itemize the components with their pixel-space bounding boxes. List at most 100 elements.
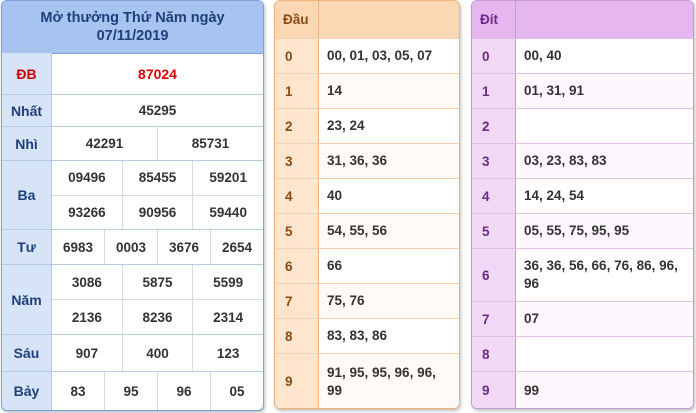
results-header: Mở thưởng Thứ Năm ngày 07/11/2019 xyxy=(2,1,263,54)
prize-number: 09496 xyxy=(68,170,106,186)
dau-row-5: 5 54, 55, 56 xyxy=(275,213,459,248)
prize-number: 907 xyxy=(75,345,99,361)
prize-number: 5875 xyxy=(121,265,193,299)
dit-numbers: 99 xyxy=(516,372,693,408)
dau-numbers: 83, 83, 86 xyxy=(319,319,459,353)
dit-numbers: 36, 36, 56, 66, 76, 86, 96, 96 xyxy=(516,249,693,301)
dau-header-label: Đầu xyxy=(275,1,319,38)
dau-digit: 8 xyxy=(275,319,319,353)
dit-header: Đít xyxy=(472,1,693,39)
prize-number: 0003 xyxy=(104,230,157,264)
dit-digit: 8 xyxy=(472,337,516,371)
results-title: Mở thưởng Thứ Năm ngày xyxy=(40,10,225,26)
dit-header-label: Đít xyxy=(472,1,516,38)
dau-digit: 9 xyxy=(275,354,319,408)
dit-digit: 6 xyxy=(472,249,516,301)
prize-number: 96 xyxy=(157,372,210,410)
special-prize-row: ĐB 87024 xyxy=(2,53,263,95)
prize-number: 6983 xyxy=(62,239,94,255)
dit-numbers: 05, 55, 75, 95, 95 xyxy=(516,214,693,248)
prize-label: Bảy xyxy=(2,372,52,410)
prize-label: Tư xyxy=(2,230,52,264)
third-prize-row: Ba 09496 85455 59201 93266 90956 59440 xyxy=(2,161,263,230)
results-date: 07/11/2019 xyxy=(96,28,169,44)
dau-numbers: 00, 01, 03, 05, 07 xyxy=(319,39,459,73)
prize-number: 400 xyxy=(121,335,193,371)
prize-number: 3676 xyxy=(157,230,210,264)
lottery-results-table: Mở thưởng Thứ Năm ngày 07/11/2019 ĐB 8702… xyxy=(1,0,264,411)
dit-row-9: 9 99 xyxy=(472,371,693,408)
dau-digit: 5 xyxy=(275,214,319,248)
dit-numbers xyxy=(516,337,693,371)
prize-number: 59440 xyxy=(192,195,263,229)
dit-row-1: 1 01, 31, 91 xyxy=(472,73,693,108)
second-prize-row: Nhì 42291 85731 xyxy=(2,127,263,161)
dau-row-7: 7 75, 76 xyxy=(275,283,459,318)
dit-row-8: 8 xyxy=(472,336,693,371)
dit-numbers: 01, 31, 91 xyxy=(516,74,693,108)
dit-digit: 4 xyxy=(472,179,516,213)
dau-digit: 4 xyxy=(275,179,319,213)
prize-label: Sáu xyxy=(2,335,52,371)
dit-row-0: 0 00, 40 xyxy=(472,38,693,73)
dit-digit: 5 xyxy=(472,214,516,248)
dau-row-1: 1 14 xyxy=(275,73,459,108)
fourth-prize-row: Tư 6983 0003 3676 2654 xyxy=(2,230,263,265)
dau-numbers: 75, 76 xyxy=(319,284,459,318)
prize-number: 93266 xyxy=(68,204,106,220)
dau-row-8: 8 83, 83, 86 xyxy=(275,318,459,353)
prize-number: 8236 xyxy=(121,300,193,334)
dau-digit: 2 xyxy=(275,109,319,143)
seventh-prize-row: Bảy 83 95 96 05 xyxy=(2,372,263,410)
dau-numbers: 23, 24 xyxy=(319,109,459,143)
dit-numbers: 14, 24, 54 xyxy=(516,179,693,213)
prize-number: 123 xyxy=(192,335,263,371)
dau-row-0: 0 00, 01, 03, 05, 07 xyxy=(275,38,459,73)
prize-number: 3086 xyxy=(71,274,102,290)
dit-digit: 0 xyxy=(472,39,516,73)
dau-numbers: 66 xyxy=(319,249,459,283)
prize-number: 2654 xyxy=(210,230,263,264)
dau-digit: 1 xyxy=(275,74,319,108)
prize-number: 2136 xyxy=(71,309,102,325)
dau-digit: 0 xyxy=(275,39,319,73)
dau-digit: 3 xyxy=(275,144,319,178)
dit-row-4: 4 14, 24, 54 xyxy=(472,178,693,213)
dit-numbers xyxy=(516,109,693,143)
prize-label: Ba xyxy=(2,161,52,229)
prize-label: Nhất xyxy=(2,95,52,126)
dau-digit: 6 xyxy=(275,249,319,283)
dau-numbers: 54, 55, 56 xyxy=(319,214,459,248)
dit-table: Đít 0 00, 40 1 01, 31, 91 2 3 03, 23, 83, 83 4 1… xyxy=(471,0,694,409)
dit-numbers: 07 xyxy=(516,302,693,336)
dau-numbers: 14 xyxy=(319,74,459,108)
prize-label: Năm xyxy=(2,265,52,334)
dau-table: Đầu 0 00, 01, 03, 05, 07 1 14 2 23, 24 3 31, 36… xyxy=(274,0,460,409)
dit-digit: 1 xyxy=(472,74,516,108)
dau-row-4: 4 40 xyxy=(275,178,459,213)
dit-row-6: 6 36, 36, 56, 66, 76, 86, 96, 96 xyxy=(472,248,693,301)
dit-numbers: 03, 23, 83, 83 xyxy=(516,144,693,178)
special-prize-number: 87024 xyxy=(138,65,177,82)
first-prize-row: Nhất 45295 xyxy=(2,95,263,127)
prize-label: Nhì xyxy=(2,127,52,160)
dau-row-2: 2 23, 24 xyxy=(275,108,459,143)
dit-digit: 9 xyxy=(472,372,516,408)
prize-number: 42291 xyxy=(85,136,124,151)
prize-number: 5599 xyxy=(192,265,263,299)
prize-number: 85455 xyxy=(121,161,193,195)
dit-row-5: 5 05, 55, 75, 95, 95 xyxy=(472,213,693,248)
prize-number: 95 xyxy=(104,372,157,410)
prize-number: 85731 xyxy=(157,127,263,160)
prize-number: 59201 xyxy=(192,161,263,195)
dit-digit: 2 xyxy=(472,109,516,143)
dau-numbers: 91, 95, 95, 96, 96, 99 xyxy=(319,354,459,408)
dau-digit: 7 xyxy=(275,284,319,318)
fifth-prize-row: Năm 3086 5875 5599 2136 8236 2314 xyxy=(2,265,263,335)
dit-digit: 7 xyxy=(472,302,516,336)
dau-numbers: 40 xyxy=(319,179,459,213)
dit-row-3: 3 03, 23, 83, 83 xyxy=(472,143,693,178)
prize-label: ĐB xyxy=(2,53,52,94)
dau-row-9: 9 91, 95, 95, 96, 96, 99 xyxy=(275,353,459,408)
dit-row-2: 2 xyxy=(472,108,693,143)
